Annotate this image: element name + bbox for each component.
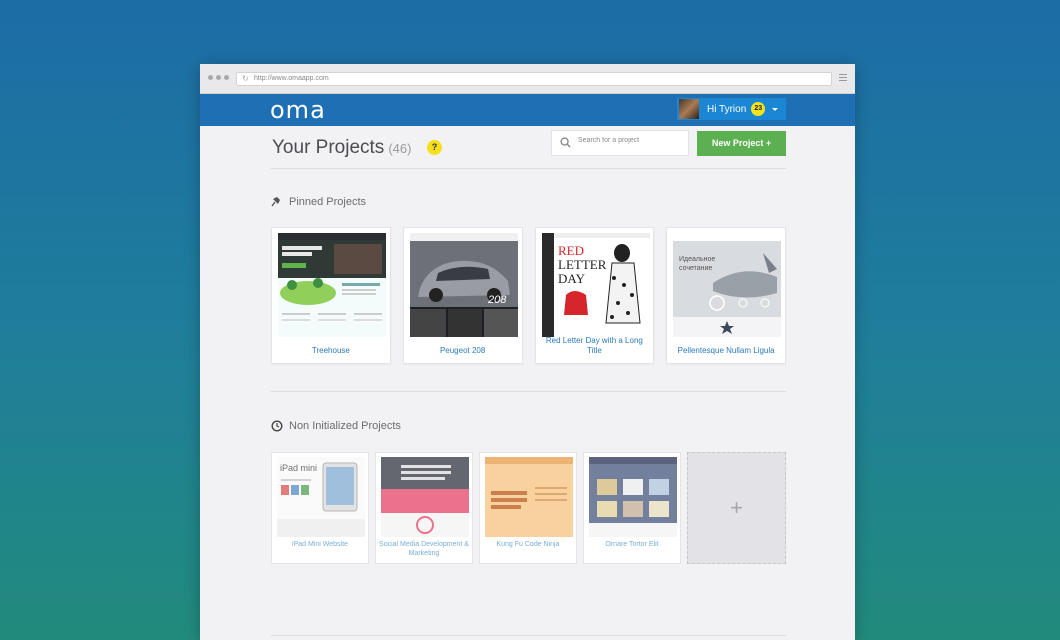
project-card[interactable]: iPad mini iPad Mini Website [271, 452, 369, 564]
section-divider [271, 635, 786, 636]
project-count: (46) [388, 141, 412, 156]
project-card[interactable]: Kung Fu Code Ninja [479, 452, 577, 564]
avatar [679, 99, 699, 119]
project-thumbnail [278, 233, 386, 337]
project-card[interactable]: RED LETTER DAY Red Letter Day with a Lon… [534, 227, 655, 364]
project-label[interactable]: Pellentesque Nullam Ligula [671, 346, 781, 356]
project-label[interactable]: Social Media Development & Marketing [379, 541, 469, 558]
projects-header: Your Projects(46) ? New Project + [271, 126, 786, 169]
pinned-heading: Pinned Projects [289, 196, 367, 208]
noninit-section-header: Non Initialized Projects [271, 419, 786, 433]
noninit-heading: Non Initialized Projects [289, 420, 401, 432]
project-label[interactable]: Kung Fu Code Ninja [483, 541, 573, 550]
browser-chrome: ↻ http://www.omaapp.com [200, 64, 855, 94]
project-thumbnail [381, 457, 469, 537]
pinned-section-header: Pinned Projects [271, 195, 786, 209]
app-header: oma Hi Tyrion 23 [200, 94, 855, 126]
browser-window: ↻ http://www.omaapp.com oma Hi Tyrion 23… [200, 64, 855, 640]
help-icon[interactable]: ? [427, 140, 442, 155]
project-thumbnail [485, 457, 573, 537]
svg-text:RED: RED [558, 243, 584, 258]
window-dot[interactable] [224, 75, 229, 80]
notification-badge[interactable]: 23 [751, 102, 766, 116]
project-card[interactable]: Ornare Tortor Elit [583, 452, 681, 564]
project-thumbnail [589, 457, 677, 537]
window-dot[interactable] [208, 75, 213, 80]
project-label[interactable]: Peugeot 208 [408, 346, 518, 356]
window-dot[interactable] [216, 75, 221, 80]
pinned-projects-list: Treehouse 208 Peugeot 208 RED LETTER DAY… [271, 227, 786, 364]
clock-icon [271, 420, 283, 432]
add-project-card[interactable]: + [687, 452, 786, 564]
project-thumbnail: Идеальное сочетание [673, 233, 782, 337]
svg-text:DAY: DAY [558, 271, 586, 286]
user-greeting: Hi Tyrion [707, 103, 747, 115]
project-thumbnail: RED LETTER DAY [541, 233, 650, 337]
project-thumbnail: 208 [409, 233, 518, 337]
menu-icon[interactable] [839, 74, 847, 83]
address-bar[interactable]: ↻ http://www.omaapp.com [236, 72, 832, 86]
svg-text:сочетание: сочетание [679, 265, 712, 272]
project-thumbnail: iPad mini [277, 457, 365, 537]
new-project-button[interactable]: New Project + [697, 131, 786, 156]
chevron-down-icon[interactable] [772, 107, 779, 111]
noninit-projects-list: iPad mini iPad Mini Website Social Media… [271, 452, 786, 564]
search-box[interactable] [551, 130, 689, 156]
search-icon [560, 137, 571, 148]
pin-icon [271, 197, 280, 207]
plus-icon: + [730, 495, 743, 520]
project-label[interactable]: iPad Mini Website [275, 541, 365, 550]
svg-text:LETTER: LETTER [558, 257, 607, 272]
section-divider [271, 391, 786, 392]
project-card[interactable]: Social Media Development & Marketing [375, 452, 473, 564]
project-label[interactable]: Red Letter Day with a Long Title [540, 336, 650, 355]
svg-text:208: 208 [487, 294, 507, 306]
project-card[interactable]: Treehouse [271, 227, 391, 364]
svg-text:iPad mini: iPad mini [280, 463, 317, 473]
project-card[interactable]: 208 Peugeot 208 [402, 227, 523, 364]
project-card[interactable]: Идеальное сочетание Pellentesque Nullam … [666, 227, 786, 364]
project-label[interactable]: Treehouse [276, 346, 386, 356]
project-label[interactable]: Ornare Tortor Elit [587, 541, 677, 550]
search-input[interactable] [578, 137, 683, 144]
user-menu[interactable]: Hi Tyrion 23 [677, 98, 786, 120]
oma-logo[interactable]: oma [270, 96, 326, 124]
page-title-text: Your Projects [272, 137, 385, 158]
window-controls[interactable] [208, 75, 229, 80]
page-title: Your Projects (46) [272, 137, 411, 159]
url-text: http://www.omaapp.com [254, 75, 329, 82]
reload-icon[interactable]: ↻ [242, 73, 249, 85]
svg-text:Идеальное: Идеальное [679, 256, 715, 263]
main-content: Your Projects(46) ? New Project + Pinned… [271, 126, 786, 564]
